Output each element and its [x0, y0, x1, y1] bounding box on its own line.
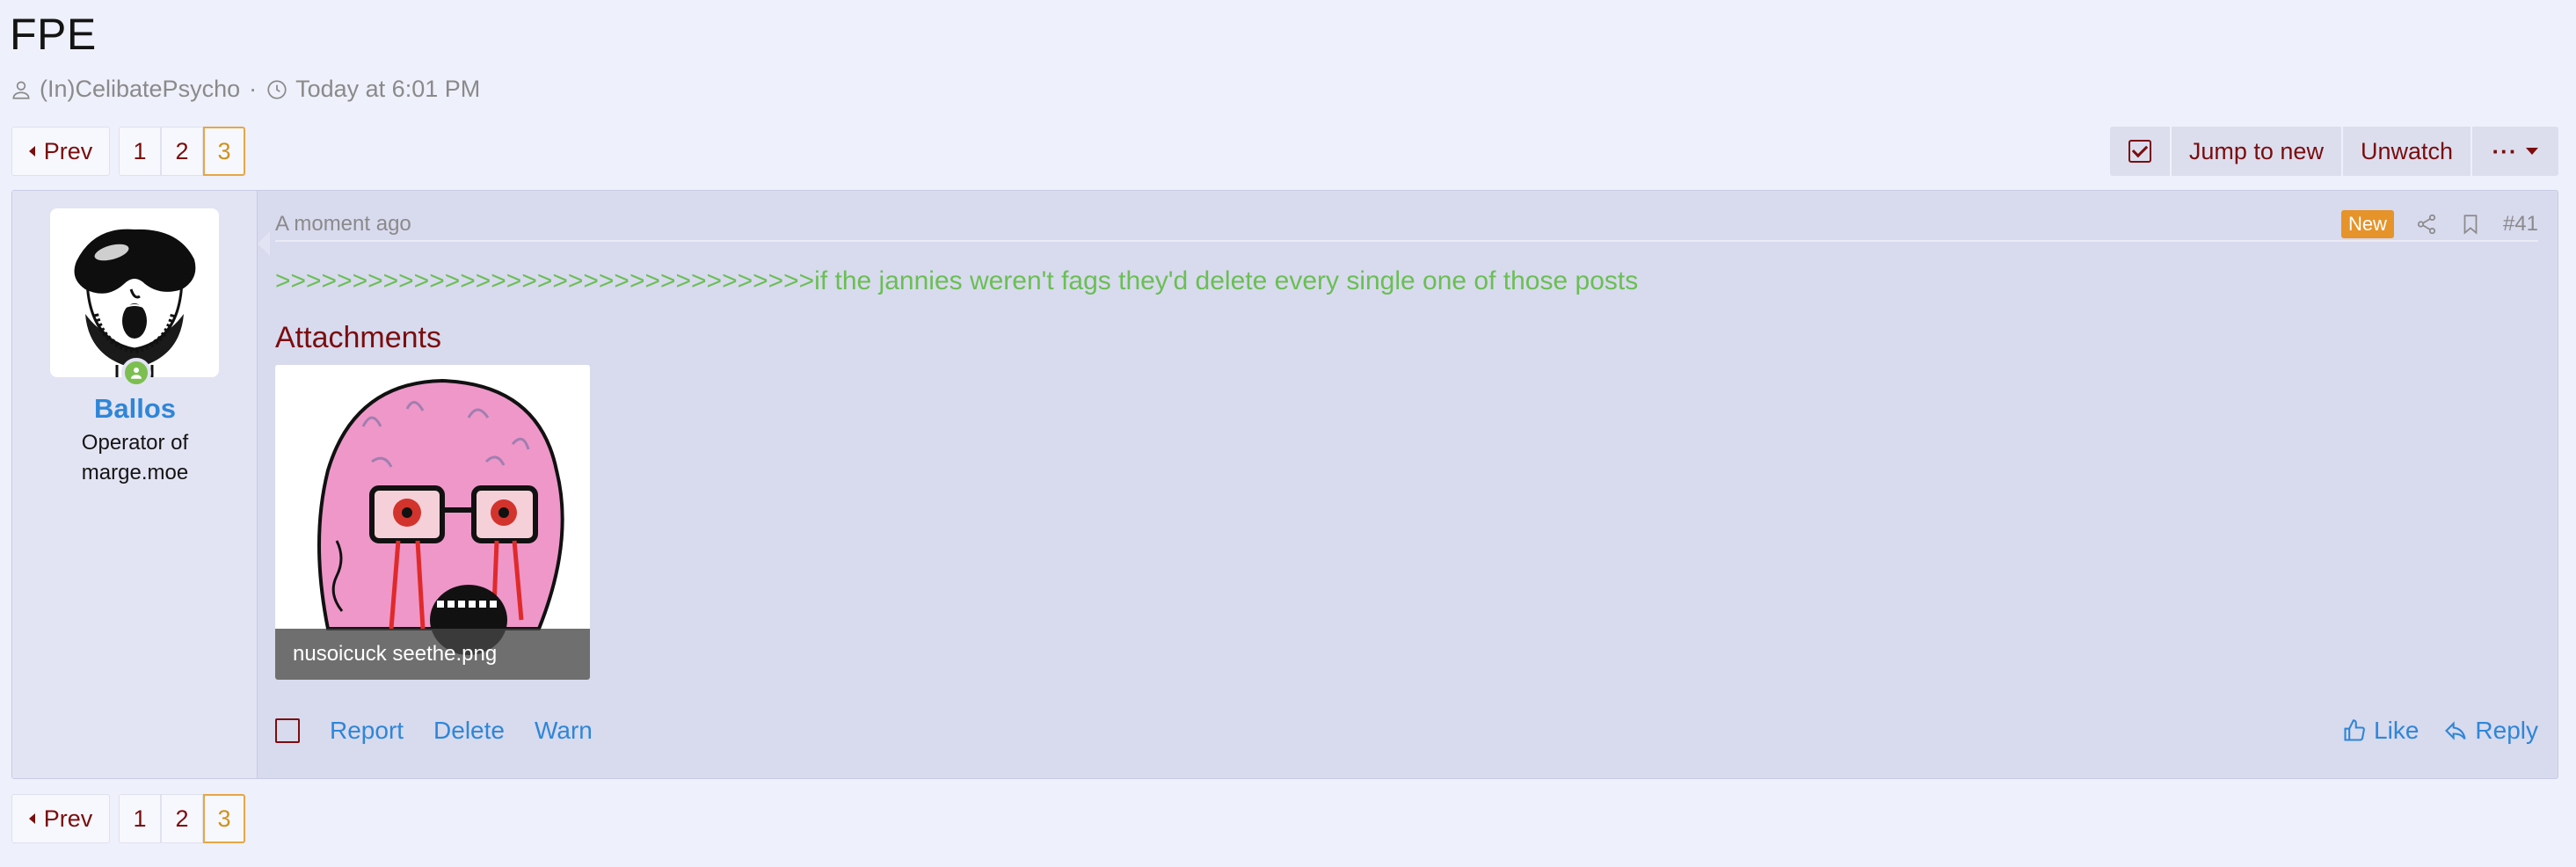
chevron-down-icon — [2526, 148, 2539, 155]
thread-meta: (In)CelibatePsycho · Today at 6:01 PM — [10, 76, 480, 103]
online-status-icon — [121, 358, 151, 388]
thread-author[interactable]: (In)CelibatePsycho — [40, 76, 240, 103]
thread-toolbar: Jump to new Unwatch ··· — [2109, 127, 2558, 176]
more-options-button[interactable]: ··· — [2472, 127, 2558, 176]
new-badge: New — [2340, 210, 2394, 238]
post-user-column: Ballos Operator of marge.moe — [12, 191, 258, 778]
share-icon[interactable] — [2415, 213, 2438, 236]
post-header-actions: New #41 — [2340, 210, 2538, 238]
unwatch-button[interactable]: Unwatch — [2342, 127, 2472, 176]
thumbs-up-icon — [2344, 719, 2365, 741]
page-3-current-bottom[interactable]: 3 — [203, 794, 245, 843]
post-username[interactable]: Ballos — [12, 393, 258, 425]
delete-link[interactable]: Delete — [433, 717, 505, 745]
jump-to-new-button[interactable]: Jump to new — [2171, 127, 2343, 176]
prev-page-button-bottom[interactable]: Prev — [11, 794, 110, 843]
user-title: Operator of marge.moe — [81, 431, 189, 484]
post-greentext: >>>>>>>>>>>>>>>>>>>>>>>>>>>>>>>>>>>if th… — [275, 266, 1639, 295]
pagination-bottom: Prev 1 2 3 — [11, 794, 245, 843]
reply-button[interactable]: Reply — [2443, 717, 2538, 745]
select-posts-button[interactable] — [2109, 127, 2172, 176]
checkbox-checked-icon — [2128, 140, 2151, 163]
reply-label: Reply — [2475, 717, 2538, 744]
more-dots-icon: ··· — [2492, 138, 2518, 164]
post-number[interactable]: #41 — [2503, 212, 2538, 237]
bookmark-icon[interactable] — [2459, 213, 2482, 236]
post-footer-left: Report Delete Warn — [275, 717, 593, 745]
post-arrow — [258, 231, 270, 256]
avatar[interactable] — [50, 208, 219, 377]
prev-page-button[interactable]: Prev — [11, 127, 110, 176]
page-3-current[interactable]: 3 — [203, 127, 245, 176]
attachments-heading: Attachments — [275, 321, 441, 354]
clock-icon — [267, 79, 287, 99]
post-body: A moment ago New #41 >>>>>>>>>>>>>>>>>>>… — [275, 191, 2538, 778]
post-time[interactable]: A moment ago — [275, 212, 411, 237]
page-2-link[interactable]: 2 — [161, 127, 203, 176]
attachment-thumbnail[interactable]: nusoicuck seethe.png — [275, 365, 590, 680]
prev-page-label: Prev — [43, 137, 93, 164]
thread-page: FPE (In)CelibatePsycho · Today at 6:01 P… — [0, 0, 2576, 867]
post-header: A moment ago New #41 — [275, 210, 2538, 242]
prev-page-label: Prev — [43, 805, 93, 832]
attachment-filename: nusoicuck seethe.png — [275, 629, 590, 680]
post-41: Ballos Operator of marge.moe A moment ag… — [11, 190, 2558, 779]
pagination-top: Prev 1 2 3 — [11, 127, 245, 176]
avatar-image — [74, 229, 196, 377]
reply-icon — [2445, 721, 2466, 740]
report-link[interactable]: Report — [330, 717, 404, 745]
caret-left-icon — [28, 813, 35, 824]
like-label: Like — [2374, 717, 2420, 744]
meta-separator: · — [249, 76, 258, 102]
thread-time[interactable]: Today at 6:01 PM — [295, 76, 480, 103]
like-button[interactable]: Like — [2342, 717, 2419, 745]
page-1-link[interactable]: 1 — [119, 127, 161, 176]
user-icon — [12, 80, 30, 99]
post-footer-right: Like Reply — [2342, 717, 2538, 745]
select-post-checkbox[interactable] — [275, 718, 300, 743]
thread-title: FPE — [10, 10, 97, 59]
warn-link[interactable]: Warn — [535, 717, 593, 745]
page-1-link-bottom[interactable]: 1 — [119, 794, 161, 843]
page-2-link-bottom[interactable]: 2 — [161, 794, 203, 843]
caret-left-icon — [28, 146, 35, 157]
